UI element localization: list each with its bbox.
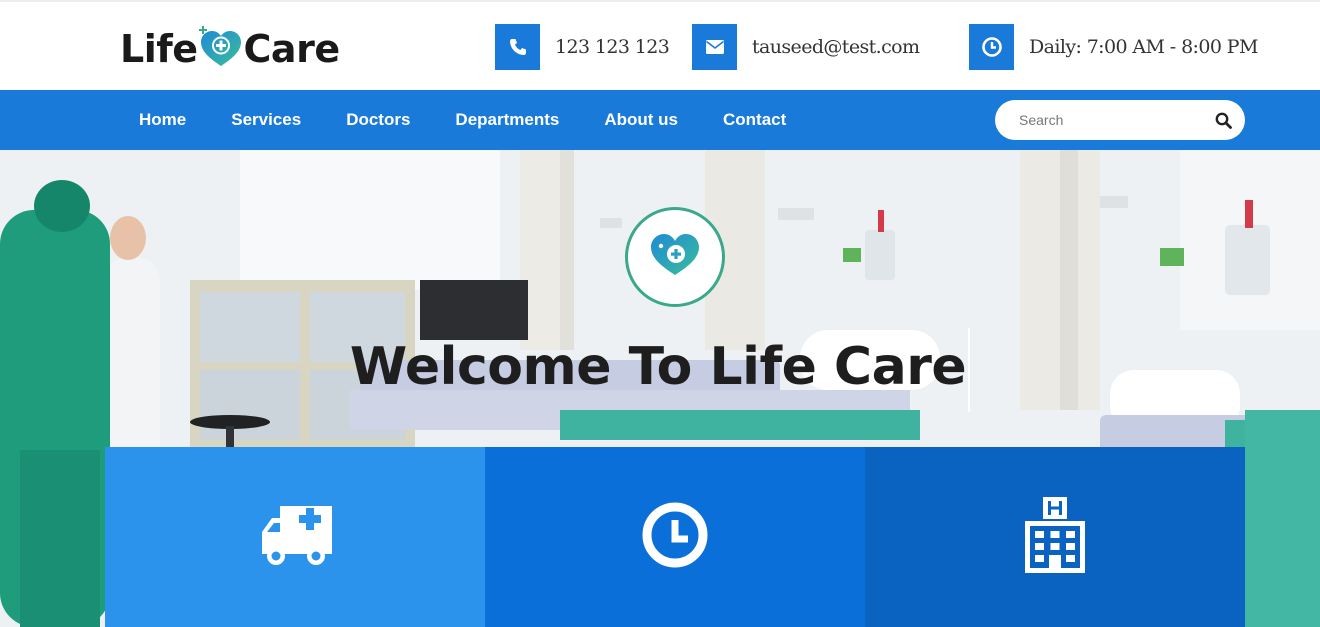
logo-text-life: Life [120,27,198,71]
clock-icon [642,502,708,573]
email-address-text: tauseed@test.com [752,36,920,58]
clock-icon [969,24,1014,70]
feature-hospital[interactable] [865,447,1245,627]
hero-title-text: Welcome To Life Care [349,337,967,397]
nav-item-services[interactable]: Services [231,110,301,130]
ambulance-icon [256,502,334,573]
search-icon[interactable] [1213,110,1233,130]
phone-number-text: 123 123 123 [555,36,670,58]
contact-email[interactable]: tauseed@test.com [692,24,920,70]
site-logo[interactable]: Life Care [120,26,340,72]
phone-icon [495,24,540,70]
nav-item-doctors[interactable]: Doctors [346,110,410,130]
envelope-icon [692,24,737,70]
search-input[interactable] [995,100,1195,140]
top-header: Life Care 123 123 123 tauseed@test.com D… [0,0,1320,90]
search-box [995,100,1245,140]
feature-boxes [105,447,1245,627]
heart-plus-icon [649,232,701,283]
heart-plus-logo-icon [198,26,243,72]
feature-emergency[interactable] [105,447,485,627]
opening-hours-text: Daily: 7:00 AM - 8:00 PM [1029,36,1258,58]
feature-working-hours[interactable] [485,447,865,627]
hero-banner: Welcome To Life Care [0,150,1320,627]
hero-title: Welcome To Life Care [0,328,1320,412]
nav-item-contact[interactable]: Contact [723,110,786,130]
main-nav: Home Services Doctors Departments About … [0,90,1320,150]
hero-emblem [625,207,725,307]
nav-item-home[interactable]: Home [139,110,186,130]
logo-text-care: Care [243,27,341,71]
typing-caret [968,328,971,412]
nav-item-about-us[interactable]: About us [604,110,678,130]
nav-menu: Home Services Doctors Departments About … [139,90,831,150]
hospital-icon [1025,496,1085,578]
nav-item-departments[interactable]: Departments [455,110,559,130]
contact-hours: Daily: 7:00 AM - 8:00 PM [969,24,1258,70]
contact-phone[interactable]: 123 123 123 [495,24,670,70]
